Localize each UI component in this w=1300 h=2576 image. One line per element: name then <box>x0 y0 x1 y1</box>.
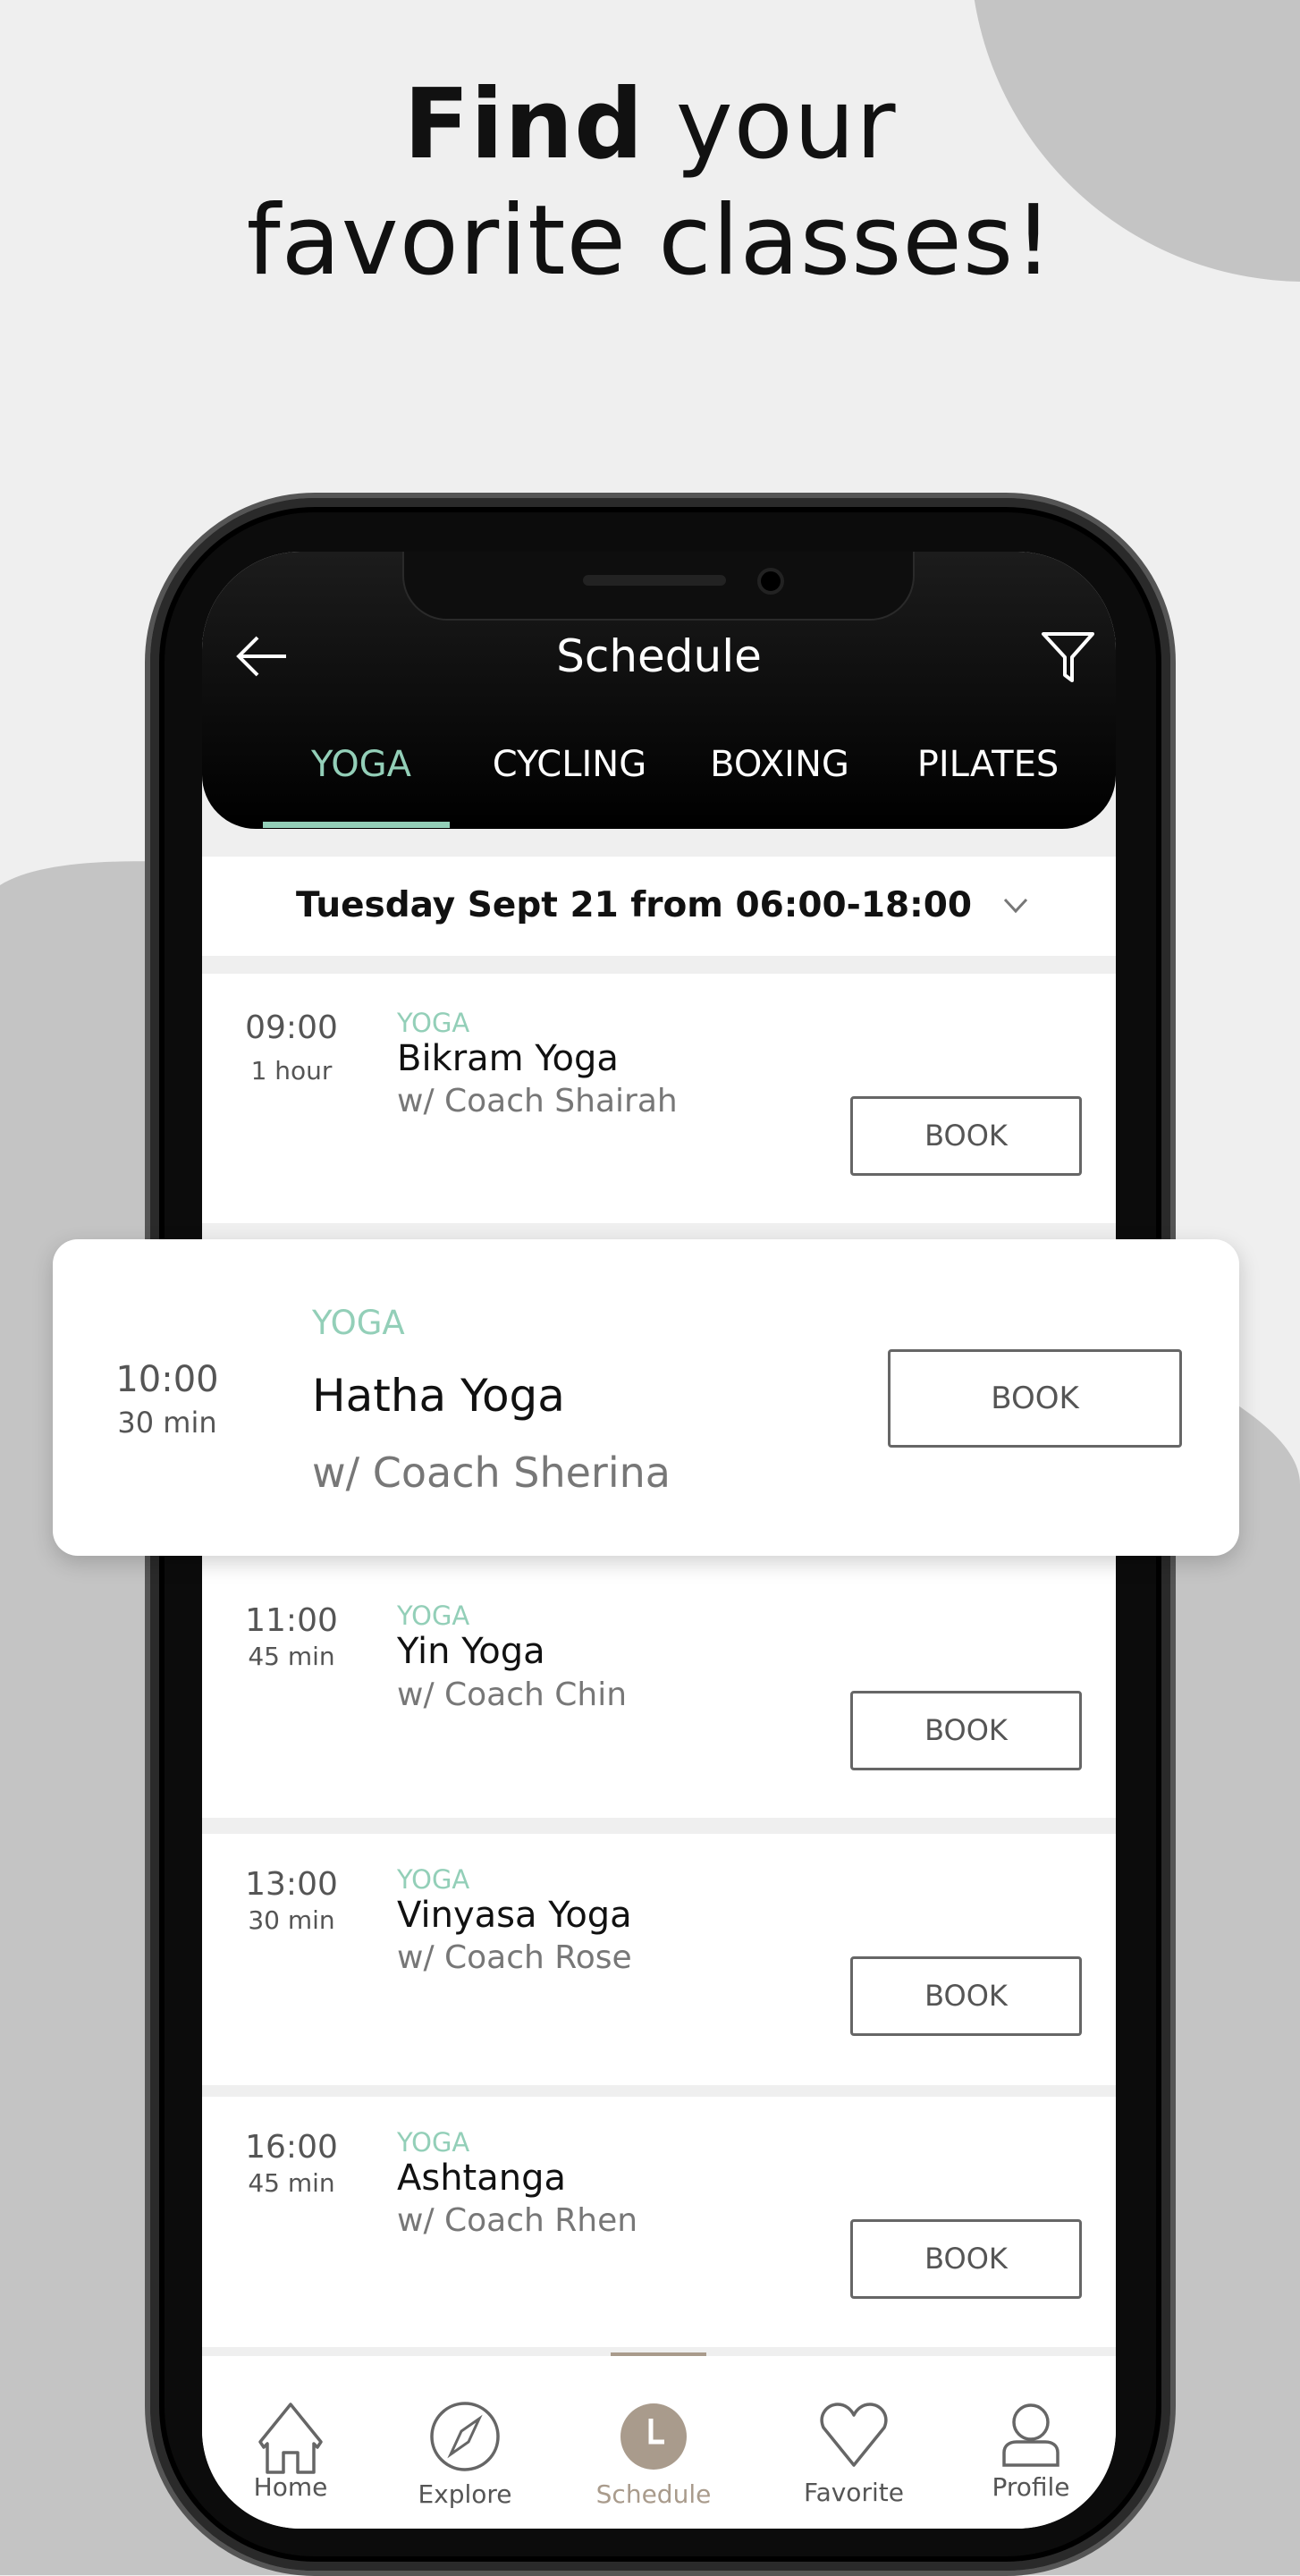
nav-home[interactable]: Home <box>219 2356 362 2529</box>
book-button[interactable]: BOOK <box>850 1691 1082 1770</box>
class-name: Bikram Yoga <box>397 1038 619 1079</box>
nav-explore[interactable]: Explore <box>393 2356 536 2529</box>
class-coach: w/ Coach Rose <box>397 1939 632 1976</box>
class-duration: 1 hour <box>250 1056 333 1085</box>
class-coach: w/ Coach Shairah <box>397 1083 678 1119</box>
nav-label: Profile <box>992 2472 1070 2502</box>
class-row: 11:00 45 min YOGA Yin Yoga w/ Coach Chin… <box>202 1559 1116 1818</box>
nav-label: Explore <box>418 2479 512 2509</box>
heart-icon <box>820 2403 888 2467</box>
active-tab-indicator <box>263 822 450 828</box>
class-category: YOGA <box>312 1304 405 1342</box>
class-category: YOGA <box>397 2127 470 2158</box>
home-icon <box>258 2403 323 2474</box>
class-time: 13:00 <box>245 1866 338 1903</box>
class-row: 09:00 1 hour YOGA Bikram Yoga w/ Coach S… <box>202 974 1116 1223</box>
nav-label: Favorite <box>804 2478 904 2507</box>
nav-schedule[interactable]: Schedule <box>582 2356 725 2529</box>
tab-pilates[interactable]: PILATES <box>917 744 1059 785</box>
class-category: YOGA <box>397 1864 470 1895</box>
class-name: Hatha Yoga <box>312 1370 565 1422</box>
tab-cycling[interactable]: CYCLING <box>493 744 646 785</box>
class-name: Vinyasa Yoga <box>397 1895 632 1936</box>
book-button[interactable]: BOOK <box>850 1956 1082 2036</box>
tab-boxing[interactable]: BOXING <box>710 744 849 785</box>
featured-class-card: 10:00 30 min YOGA Hatha Yoga w/ Coach Sh… <box>53 1239 1239 1556</box>
class-coach: w/ Coach Chin <box>397 1677 628 1713</box>
book-button[interactable]: BOOK <box>888 1349 1182 1448</box>
class-time: 16:00 <box>245 2129 338 2166</box>
date-filter-label: Tuesday Sept 21 from 06:00-18:00 <box>296 885 972 925</box>
class-duration: 45 min <box>248 1642 335 1671</box>
chevron-down-icon <box>1003 898 1028 914</box>
nav-label: Home <box>253 2472 328 2502</box>
book-button[interactable]: BOOK <box>850 1096 1082 1176</box>
class-time: 10:00 <box>115 1359 219 1400</box>
tab-yoga[interactable]: YOGA <box>311 744 411 785</box>
class-duration: 45 min <box>248 2168 335 2198</box>
nav-favorite[interactable]: Favorite <box>782 2356 925 2529</box>
profile-icon <box>1002 2403 1059 2467</box>
bottom-nav: Home Explore Schedule Favorite Profile <box>202 2352 1116 2529</box>
app-header: Schedule YOGA CYCLING BOXING PILATES <box>202 552 1116 829</box>
filter-icon[interactable] <box>1041 630 1096 684</box>
date-filter-dropdown[interactable]: Tuesday Sept 21 from 06:00-18:00 <box>202 857 1116 956</box>
class-category: YOGA <box>397 1008 470 1038</box>
phone-notch <box>402 552 915 621</box>
clock-icon <box>620 2403 687 2470</box>
class-coach: w/ Coach Sherina <box>312 1448 671 1497</box>
class-duration: 30 min <box>248 1905 335 1935</box>
class-row: 13:00 30 min YOGA Vinyasa Yoga w/ Coach … <box>202 1834 1116 2085</box>
class-name: Yin Yoga <box>397 1631 545 1672</box>
headline-line-1: Find your <box>403 69 897 181</box>
nav-label: Schedule <box>595 2479 712 2509</box>
class-row: 16:00 45 min YOGA Ashtanga w/ Coach Rhen… <box>202 2097 1116 2347</box>
class-time: 11:00 <box>245 1602 338 1639</box>
class-coach: w/ Coach Rhen <box>397 2202 638 2239</box>
book-button[interactable]: BOOK <box>850 2219 1082 2299</box>
headline-line-2: favorite classes! <box>246 185 1054 297</box>
nav-profile[interactable]: Profile <box>959 2356 1102 2529</box>
class-time: 09:00 <box>245 1009 338 1046</box>
class-duration: 30 min <box>117 1406 217 1440</box>
page-title: Schedule <box>556 630 762 682</box>
class-category: YOGA <box>397 1600 470 1631</box>
compass-icon <box>430 2402 500 2471</box>
class-name: Ashtanga <box>397 2158 567 2199</box>
